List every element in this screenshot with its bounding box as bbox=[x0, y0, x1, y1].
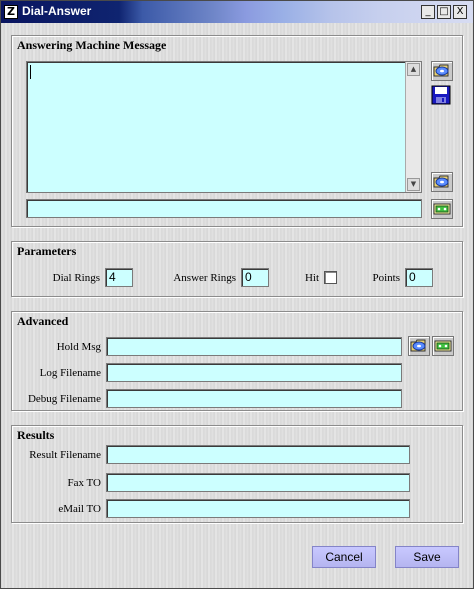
save-message-button[interactable] bbox=[431, 85, 453, 105]
fax-to-field[interactable] bbox=[106, 473, 410, 492]
open-hold-msg-button[interactable] bbox=[408, 336, 430, 356]
log-filename-label: Log Filename bbox=[39, 367, 101, 379]
debug-filename-label: Debug Filename bbox=[27, 393, 101, 405]
scroll-down-arrow[interactable]: ▼ bbox=[407, 178, 420, 191]
debug-filename-field[interactable] bbox=[106, 389, 402, 408]
play-message-button[interactable] bbox=[431, 199, 453, 219]
window-title: Dial-Answer bbox=[22, 4, 92, 18]
hold-msg-field[interactable] bbox=[106, 337, 402, 356]
close-button[interactable]: X bbox=[453, 5, 467, 19]
save-button[interactable]: Save bbox=[395, 546, 459, 568]
scroll-up-arrow[interactable]: ▲ bbox=[407, 63, 420, 76]
open-folder-icon bbox=[410, 339, 426, 352]
cancel-button[interactable]: Cancel bbox=[312, 546, 376, 568]
hit-label: Hit bbox=[304, 272, 319, 284]
answering-machine-group: Answering Machine Message ▲ ▼ bbox=[11, 35, 463, 227]
answer-rings-label: Answer Rings bbox=[173, 272, 236, 284]
open-folder-icon bbox=[433, 175, 449, 188]
title-bar[interactable]: Z Dial-Answer _ □ X bbox=[1, 1, 473, 23]
maximize-button[interactable]: □ bbox=[437, 5, 451, 19]
parameters-group: Parameters Dial Rings 4 Answer Rings 0 H… bbox=[11, 241, 463, 297]
fax-to-label: Fax TO bbox=[67, 477, 101, 489]
dial-rings-label: Dial Rings bbox=[52, 272, 100, 284]
result-filename-label: Result Filename bbox=[29, 449, 101, 461]
client-area: Answering Machine Message ▲ ▼ Parameters… bbox=[2, 23, 472, 588]
open-folder-icon bbox=[433, 64, 449, 77]
result-filename-field[interactable] bbox=[106, 445, 410, 464]
dial-rings-field[interactable]: 4 bbox=[105, 268, 133, 287]
message-path-field[interactable] bbox=[26, 199, 422, 218]
open-sound-button[interactable] bbox=[431, 172, 453, 192]
minimize-button[interactable]: _ bbox=[421, 5, 435, 19]
hit-checkbox[interactable] bbox=[324, 271, 337, 284]
dial-answer-window: Z Dial-Answer _ □ X Answering Machine Me… bbox=[0, 0, 474, 589]
play-icon bbox=[434, 340, 452, 352]
points-label: Points bbox=[372, 272, 400, 284]
advanced-group: Advanced Hold Msg Log Filename Debug Fil… bbox=[11, 311, 463, 411]
answer-rings-field[interactable]: 0 bbox=[241, 268, 269, 287]
email-to-field[interactable] bbox=[106, 499, 410, 518]
points-field[interactable]: 0 bbox=[405, 268, 433, 287]
save-disk-icon bbox=[431, 85, 451, 105]
answering-machine-title: Answering Machine Message bbox=[17, 38, 167, 52]
results-title: Results bbox=[17, 428, 55, 442]
play-icon bbox=[433, 203, 451, 215]
email-to-label: eMail TO bbox=[58, 503, 101, 515]
play-hold-msg-button[interactable] bbox=[432, 336, 454, 356]
hold-msg-label: Hold Msg bbox=[56, 341, 101, 353]
message-scrollbar[interactable]: ▲ ▼ bbox=[405, 62, 421, 192]
message-textarea[interactable]: ▲ ▼ bbox=[26, 61, 422, 193]
log-filename-field[interactable] bbox=[106, 363, 402, 382]
app-icon[interactable]: Z bbox=[4, 5, 18, 19]
results-group: Results Result Filename Fax TO eMail TO bbox=[11, 425, 463, 523]
parameters-title: Parameters bbox=[17, 244, 77, 258]
advanced-title: Advanced bbox=[17, 314, 69, 328]
text-caret bbox=[30, 65, 31, 79]
open-message-button[interactable] bbox=[431, 61, 453, 81]
